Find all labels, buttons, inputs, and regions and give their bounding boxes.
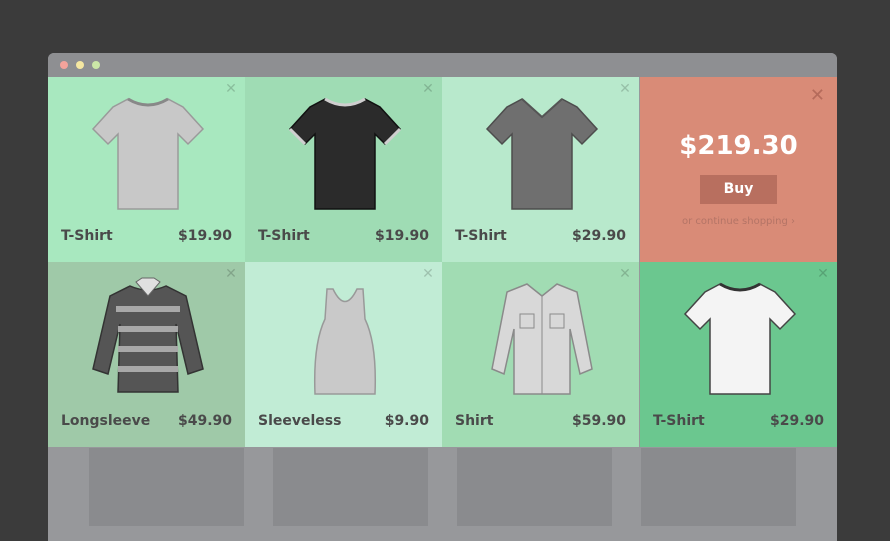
product-tile[interactable]: ✕ Longsleeve $49.90: [48, 262, 245, 447]
product-name: Sleeveless: [258, 413, 342, 429]
product-name: T-Shirt: [455, 228, 507, 244]
close-icon[interactable]: ✕: [225, 267, 237, 281]
product-price: $49.90: [177, 413, 232, 429]
tank-top-icon: [313, 288, 377, 395]
browser-window: ✕ T-Shirt $19.90 ✕ T-Shirt $19.90 ✕ T-Sh…: [48, 53, 837, 541]
close-icon[interactable]: ✕: [422, 267, 434, 281]
close-icon[interactable]: ✕: [422, 82, 434, 96]
product-price: $19.90: [177, 228, 232, 244]
placeholder-card: [89, 448, 244, 526]
white-tshirt-icon: [683, 282, 797, 395]
close-icon[interactable]: ✕: [225, 82, 237, 96]
placeholder-card: [457, 448, 612, 526]
buy-button[interactable]: Buy: [700, 175, 777, 204]
placeholder-card: [641, 448, 796, 526]
striped-longsleeve-icon: [92, 277, 204, 393]
product-name: T-Shirt: [653, 413, 705, 429]
placeholder-card: [273, 448, 428, 526]
product-price: $19.90: [374, 228, 429, 244]
zoom-window-button[interactable]: [92, 61, 100, 69]
product-tile[interactable]: ✕ T-Shirt $29.90: [442, 77, 639, 262]
darkgrey-tshirt-icon: [485, 98, 599, 210]
window-titlebar: [48, 53, 837, 77]
product-tile[interactable]: ✕ Shirt $59.90: [442, 262, 639, 447]
black-tshirt-icon: [288, 97, 402, 210]
product-tile[interactable]: ✕ T-Shirt $19.90: [245, 77, 442, 262]
close-icon[interactable]: ✕: [619, 82, 631, 96]
cart-total: $219.30: [679, 131, 798, 161]
close-icon[interactable]: ✕: [810, 87, 825, 105]
minimize-window-button[interactable]: [76, 61, 84, 69]
product-price: $29.90: [769, 413, 824, 429]
close-icon[interactable]: ✕: [817, 267, 829, 281]
close-icon[interactable]: ✕: [619, 267, 631, 281]
product-tile[interactable]: ✕ T-Shirt $19.90: [48, 77, 245, 262]
close-window-button[interactable]: [60, 61, 68, 69]
product-name: Longsleeve: [61, 413, 151, 429]
button-shirt-icon: [491, 283, 593, 395]
product-price: $59.90: [571, 413, 626, 429]
product-price: $29.90: [571, 228, 626, 244]
product-tile[interactable]: ✕ T-Shirt $29.90: [640, 262, 837, 447]
continue-shopping-link[interactable]: or continue shopping ›: [640, 216, 837, 227]
product-price: $9.90: [384, 413, 429, 429]
product-tile[interactable]: ✕ Sleeveless $9.90: [245, 262, 442, 447]
checkout-panel: ✕ $219.30 Buy or continue shopping ›: [640, 77, 837, 262]
product-name: Shirt: [455, 413, 494, 429]
product-name: T-Shirt: [258, 228, 310, 244]
product-grid: ✕ T-Shirt $19.90 ✕ T-Shirt $19.90 ✕ T-Sh…: [48, 77, 837, 448]
product-name: T-Shirt: [61, 228, 113, 244]
grey-tshirt-icon: [91, 97, 205, 210]
